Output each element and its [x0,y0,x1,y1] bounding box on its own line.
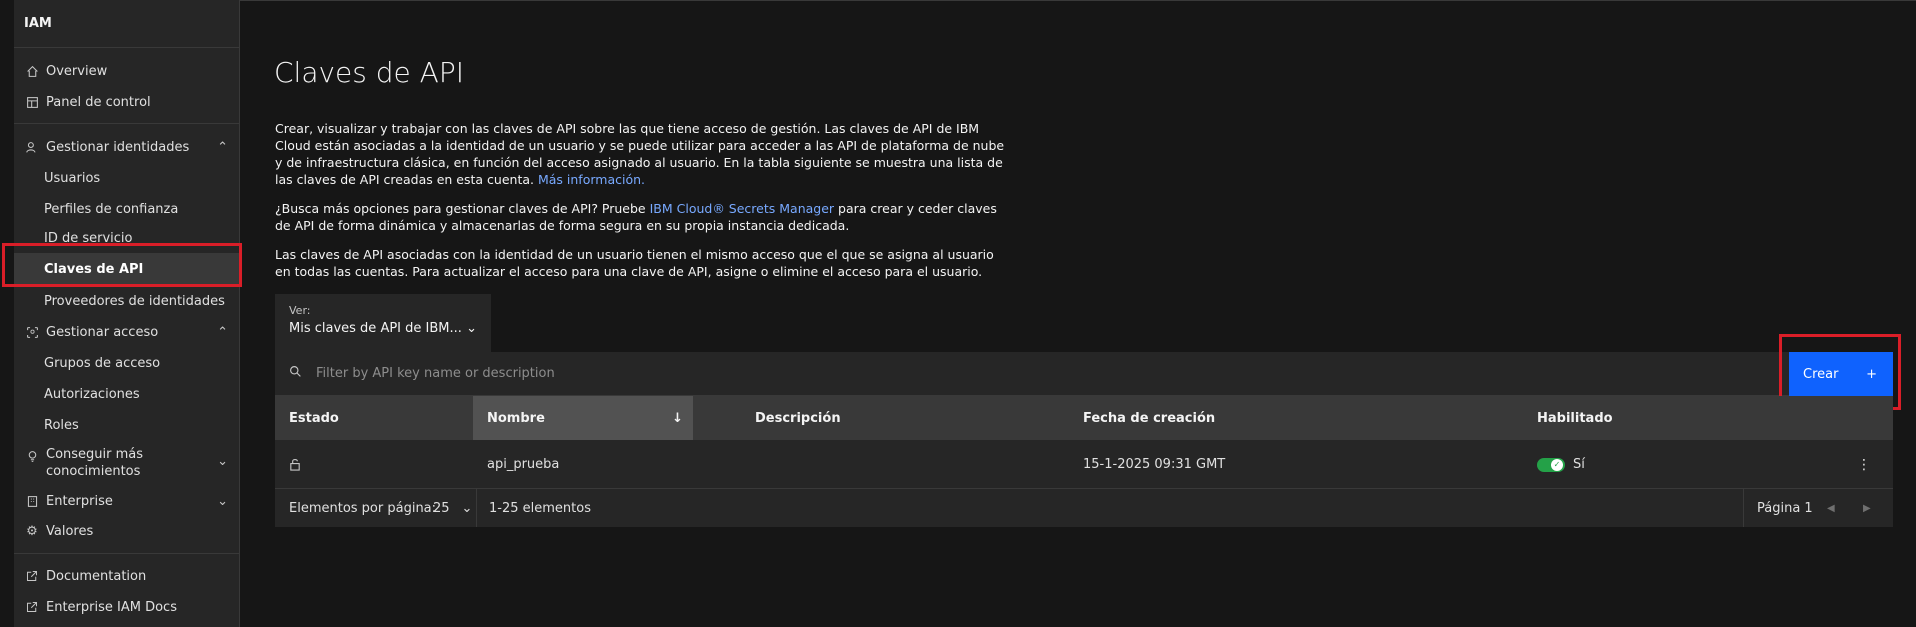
sidebar-item-label: Documentation [46,568,147,584]
divider [476,489,477,527]
chevron-down-icon: ⌄ [217,493,228,509]
sidebar-item-roles[interactable]: Roles [14,414,240,436]
next-page-icon[interactable]: ▶ [1863,489,1871,527]
table-header: Estado Nombre ↓ Descripción Fecha de cre… [275,396,1893,440]
sidebar-item-identity-providers[interactable]: Proveedores de identidades [14,290,240,312]
sidebar-item-manage-identities[interactable]: Gestionar identidades ⌃ [14,136,240,158]
previous-page-icon[interactable]: ◀ [1827,489,1835,527]
column-header-description[interactable]: Descripción [755,396,841,440]
cell-name: api_prueba [487,457,560,472]
enabled-label: Sí [1573,457,1585,472]
sidebar-item-dashboard[interactable]: Panel de control [14,91,240,113]
sidebar-item-enterprise-iam-docs[interactable]: Enterprise IAM Docs [14,596,240,618]
secrets-manager-link[interactable]: IBM Cloud® Secrets Manager [650,201,834,216]
sidebar-item-label: Gestionar identidades [46,139,190,155]
pagination: Elementos por página: 25 ⌄ 1-25 elemento… [275,489,1893,527]
sidebar-item-label: Enterprise IAM Docs [46,599,177,615]
table-toolbar: Filter by API key name or description Cr… [275,352,1893,396]
sidebar-item-label: Valores [46,523,94,539]
sidebar-item-label: Gestionar acceso [46,324,159,340]
unlocked-icon [289,440,301,489]
sidebar-item-label: Panel de control [46,94,151,110]
cell-enabled: Sí [1537,440,1585,489]
learn-more-link[interactable]: Más información. [538,172,645,187]
description-text: ¿Busca más opciones para gestionar clave… [275,201,646,216]
sidebar-item-manage-access[interactable]: Gestionar acceso ⌃ [14,321,240,343]
enabled-toggle[interactable] [1537,457,1565,472]
sidebar-item-label: Perfiles de confianza [44,201,179,217]
column-header-name[interactable]: Nombre ↓ [473,396,693,440]
sidebar-item-label: Proveedores de identidades [44,293,225,309]
chevron-down-icon: ⌄ [466,321,477,336]
sidebar-item-label: Roles [44,417,79,433]
view-value: Mis claves de API de IBM... [289,321,462,336]
search-input[interactable]: Filter by API key name or description [289,365,555,382]
sidebar-item-label: Overview [46,63,108,79]
home-icon [24,63,40,79]
sidebar-item-settings[interactable]: ⚙ Valores [14,520,240,542]
lightbulb-icon [24,448,40,464]
chevron-up-icon: ⌃ [217,324,228,340]
sidebar-item-access-groups[interactable]: Grupos de acceso [14,352,240,374]
sidebar-item-label-line2: conocimientos [46,464,141,479]
description-paragraph-2: ¿Busca más opciones para gestionar clave… [275,200,1005,234]
sidebar-item-authorizations[interactable]: Autorizaciones [14,383,240,405]
description-paragraph-3: Las claves de API asociadas con la ident… [275,247,994,279]
user-multiple-icon [24,139,40,155]
page-indicator[interactable]: Página 1 [1757,489,1813,527]
sidebar-item-overview[interactable]: Overview [14,60,240,82]
sidebar-item-learn-more[interactable]: Conseguir más conocimientos ⌄ [14,446,240,482]
sidebar-item-label: Enterprise [46,493,113,509]
items-per-page-value: 25 [433,500,450,516]
sidebar-divider [14,553,240,554]
settings-icon: ⚙ [26,523,38,539]
sidebar-item-label: Autorizaciones [44,386,140,402]
description-paragraph-1: Crear, visualizar y trabajar con las cla… [275,120,1005,188]
building-icon [24,493,40,509]
cell-created: 15-1-2025 09:31 GMT [1083,457,1226,472]
divider [1743,489,1744,527]
launch-icon [24,599,40,615]
sidebar: IAM Overview Panel de control Gestionar … [14,0,240,627]
access-icon [24,324,40,340]
dashboard-icon [24,94,40,110]
sidebar-divider [14,123,240,124]
column-header-enabled[interactable]: Habilitado [1537,396,1613,440]
sidebar-item-label: Conseguir más [46,447,144,462]
view-dropdown[interactable]: Ver: Mis claves de API de IBM... ⌄ [275,294,491,352]
launch-icon [24,568,40,584]
sidebar-item-documentation[interactable]: Documentation [14,565,240,587]
sidebar-item-label: Grupos de acceso [44,355,161,371]
column-header-label: Nombre [487,410,545,426]
view-label: Ver: [289,304,311,317]
search-icon [289,365,302,382]
page-title: Claves de API [274,56,464,89]
chevron-up-icon: ⌃ [217,139,228,155]
sidebar-title: IAM [14,0,239,48]
column-header-created[interactable]: Fecha de creación [1083,396,1215,440]
chevron-down-icon: ⌄ [461,500,473,516]
top-border [240,0,1916,1]
item-range: 1-25 elementos [489,500,591,516]
chevron-down-icon: ⌄ [217,454,228,469]
table-row[interactable]: api_prueba 15-1-2025 09:31 GMT Sí ⋮ [275,440,1893,489]
arrow-down-icon: ↓ [672,410,683,426]
items-per-page-label: Elementos por página: [289,500,437,516]
sidebar-item-label: Usuarios [44,170,101,186]
search-placeholder: Filter by API key name or description [316,366,555,381]
sidebar-item-enterprise[interactable]: Enterprise ⌄ [14,490,240,512]
column-header-status[interactable]: Estado [289,396,339,440]
overflow-menu-icon[interactable]: ⋮ [1857,440,1871,489]
sidebar-item-users[interactable]: Usuarios [14,167,240,189]
items-per-page-select[interactable]: 25 ⌄ [433,489,472,527]
sidebar-item-trusted-profiles[interactable]: Perfiles de confianza [14,198,240,220]
highlight-api-keys [2,243,242,287]
